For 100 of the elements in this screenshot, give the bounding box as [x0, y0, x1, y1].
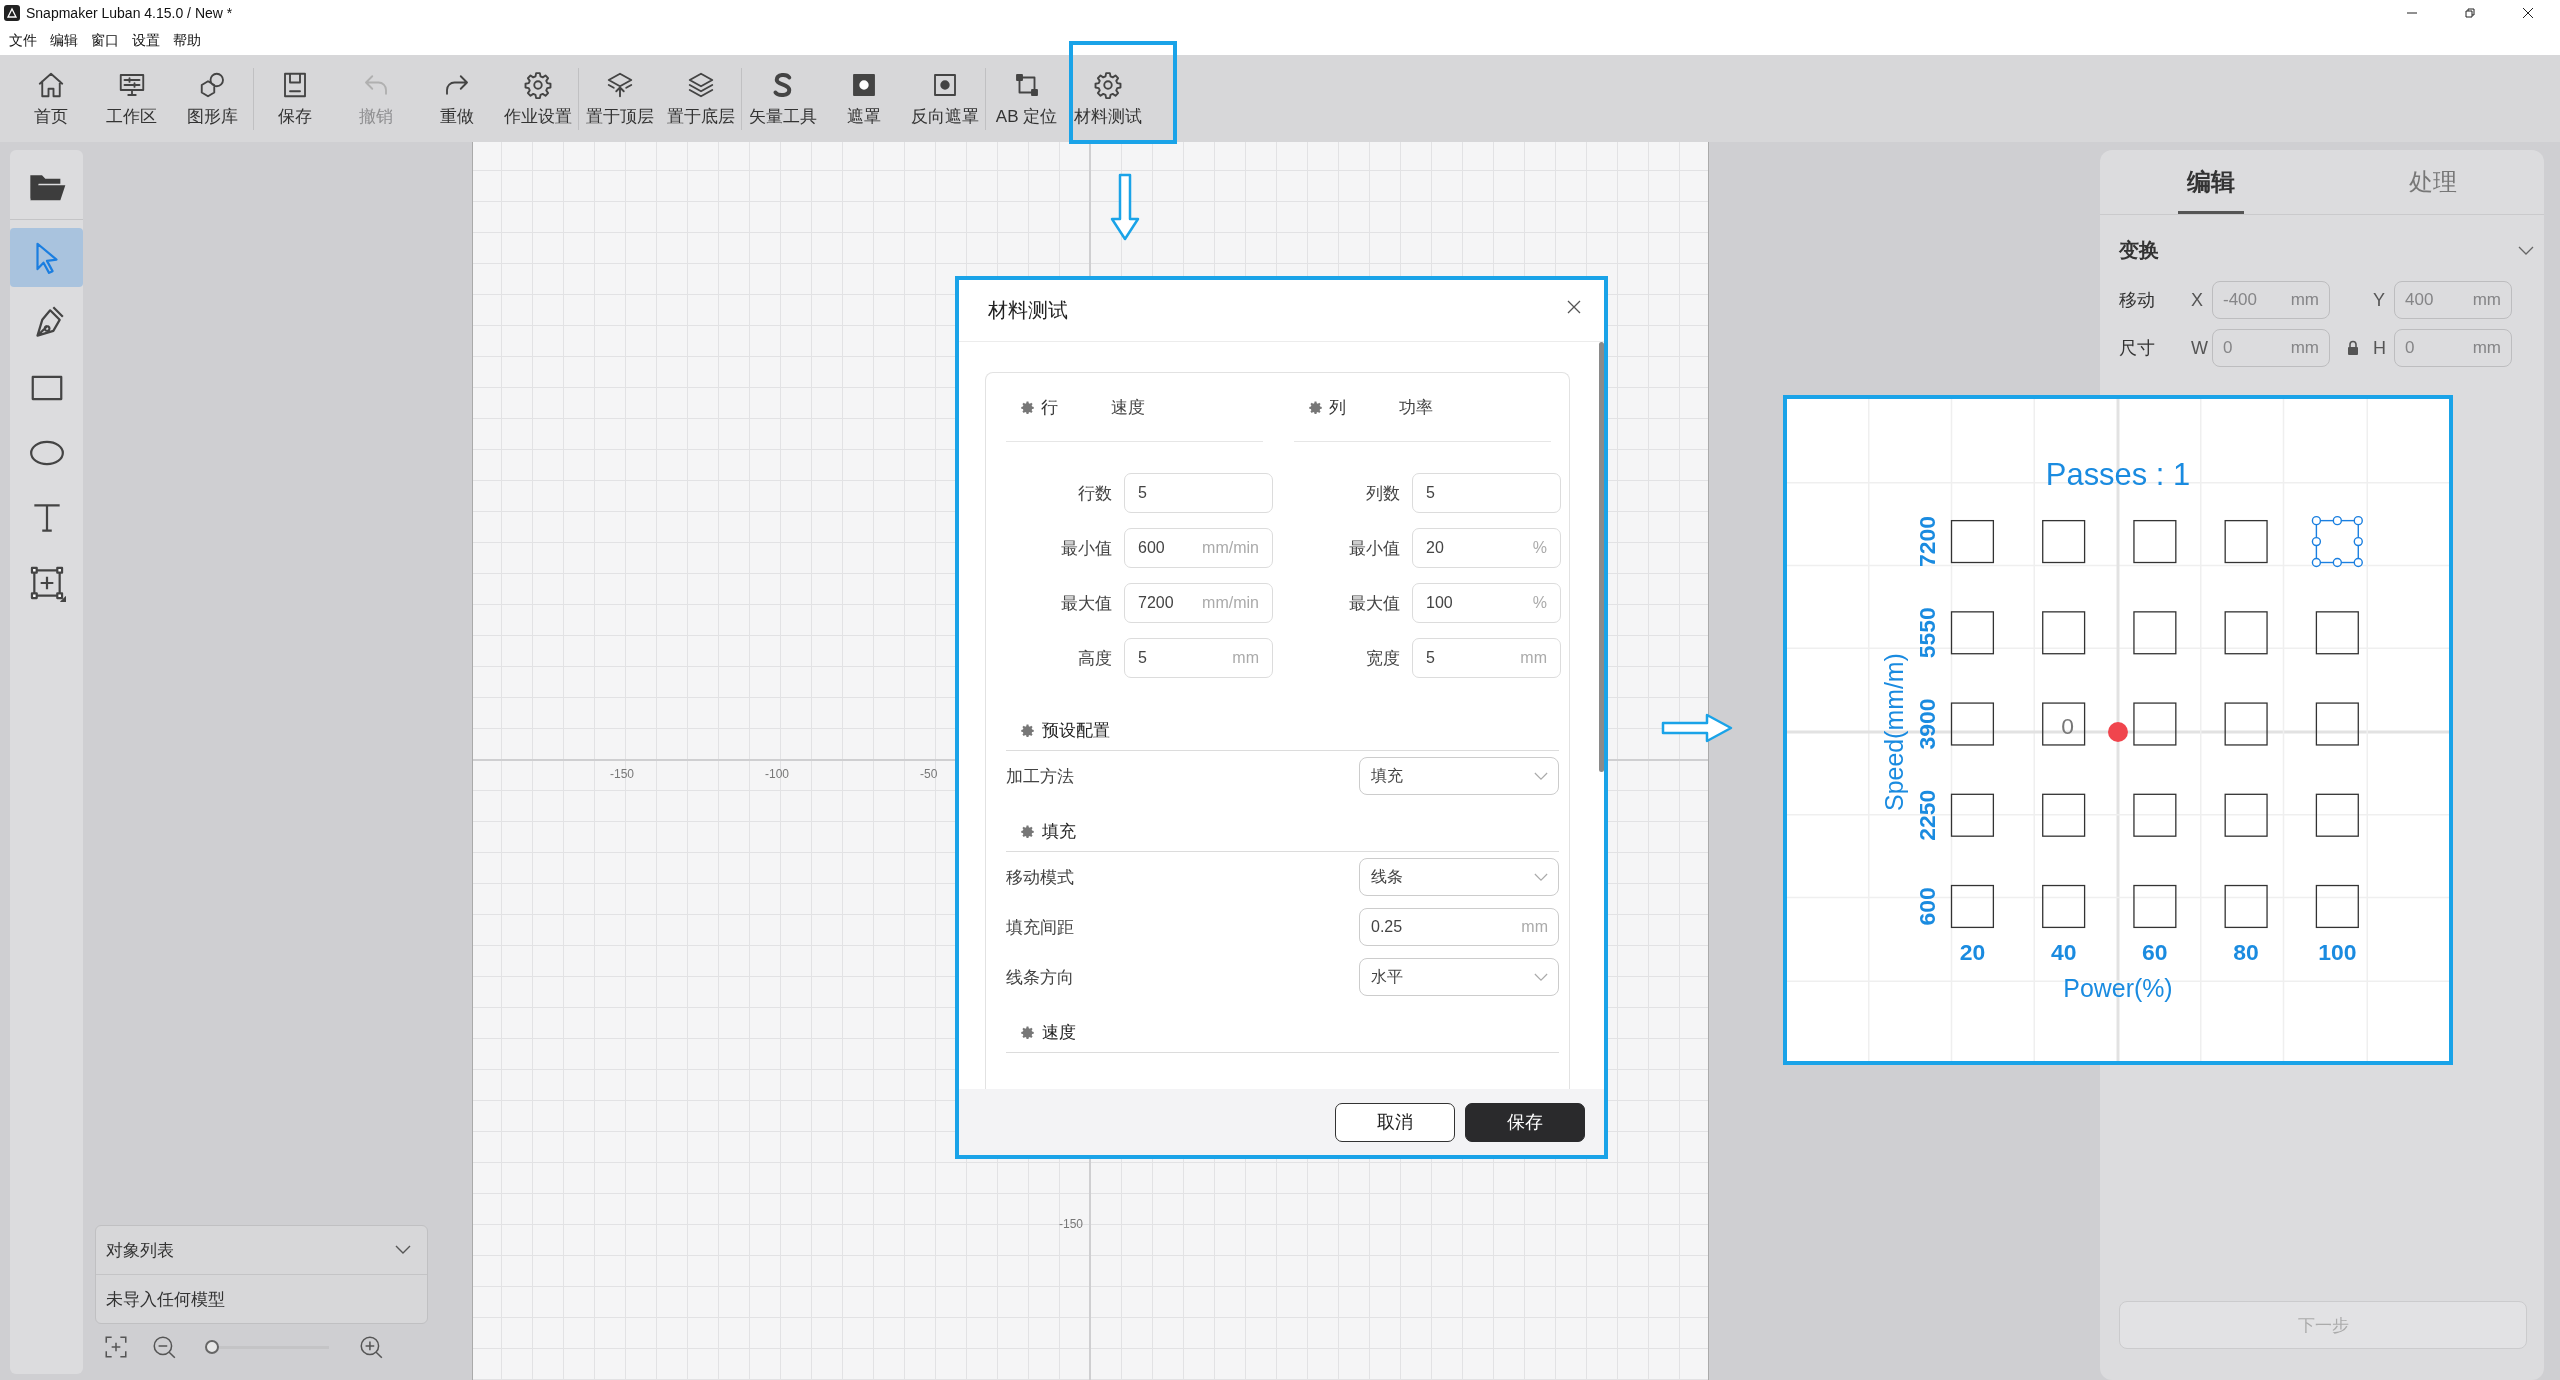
test-square[interactable] — [2133, 611, 2177, 655]
gear-icon — [1020, 823, 1035, 839]
field-label: 列数 — [1365, 482, 1400, 505]
toolbar-button[interactable]: 材料测试 — [1067, 63, 1148, 134]
toolbar-button[interactable]: 反向遮罩 — [904, 63, 985, 134]
empty-list-message: 未导入任何模型 — [106, 1288, 225, 1311]
slider-thumb[interactable] — [205, 1340, 220, 1354]
test-square[interactable] — [2315, 611, 2359, 655]
test-square[interactable] — [2042, 611, 2086, 655]
section-title: 填充 — [1042, 820, 1076, 843]
test-square[interactable] — [2133, 884, 2177, 929]
test-square[interactable] — [1950, 611, 1995, 655]
close-icon[interactable] — [2522, 7, 2534, 19]
test-square[interactable] — [2224, 702, 2268, 746]
group-value: 功率 — [1399, 396, 1433, 419]
dropdown[interactable]: 水平 — [1359, 958, 1559, 996]
test-square[interactable] — [2042, 520, 2086, 564]
number-field[interactable]: 5 mm — [1412, 638, 1561, 678]
field-label: 移动模式 — [1006, 866, 1074, 889]
app-logo-icon — [4, 5, 20, 21]
zoom-out-icon[interactable] — [151, 1334, 177, 1360]
toolbar-button[interactable]: 作业设置 — [497, 63, 578, 134]
right-arrow — [1661, 713, 1733, 743]
axis-letter: Y — [2373, 289, 2386, 311]
scrollbar[interactable] — [1599, 342, 1604, 772]
row-label: 7200 — [1913, 516, 1940, 568]
number-field[interactable]: 5 — [1124, 473, 1273, 513]
row-label: 600 — [1913, 887, 1940, 926]
test-square[interactable] — [2224, 884, 2268, 929]
column-label: 60 — [2142, 939, 2168, 966]
test-square[interactable] — [2224, 793, 2268, 837]
toolbar-button[interactable]: 置于底层 — [660, 63, 741, 134]
field-label: 填充间距 — [1006, 916, 1074, 939]
test-square[interactable] — [1950, 793, 1995, 837]
test-square[interactable] — [2224, 520, 2268, 564]
test-square[interactable] — [1950, 520, 1995, 564]
gear-icon — [1020, 1024, 1035, 1040]
toolbar-button[interactable]: 遮罩 — [823, 63, 904, 134]
close-icon[interactable] — [1566, 298, 1582, 315]
menu-item[interactable]: 文件 — [3, 31, 44, 50]
test-square[interactable] — [2042, 793, 2086, 837]
test-square[interactable] — [2315, 884, 2359, 929]
restore-icon[interactable] — [2464, 7, 2476, 19]
test-square[interactable] — [1950, 702, 1995, 746]
test-square[interactable] — [2133, 520, 2177, 564]
toolbar-button[interactable]: 工作区 — [91, 63, 172, 134]
selected-square[interactable] — [2311, 515, 2363, 568]
dialog-title: 材料测试 — [988, 298, 1068, 323]
number-field[interactable]: 0.25 mm — [1359, 908, 1559, 946]
toolbar-button[interactable]: 图形库 — [172, 63, 253, 134]
test-square[interactable] — [2315, 793, 2359, 837]
number-field[interactable]: 5 — [1412, 473, 1561, 513]
menu-item[interactable]: 窗口 — [85, 31, 126, 50]
lock-icon[interactable] — [2347, 340, 2359, 356]
test-square[interactable] — [2133, 702, 2177, 746]
save-button[interactable]: 保存 — [1465, 1102, 1585, 1142]
menu-item[interactable]: 设置 — [126, 31, 167, 50]
number-field[interactable]: 7200 mm/min — [1124, 583, 1273, 623]
menu-item[interactable]: 帮助 — [167, 31, 208, 50]
test-square[interactable] — [2042, 884, 2086, 929]
number-field[interactable]: 600 mm/min — [1124, 528, 1273, 568]
chevron-icon[interactable] — [2518, 245, 2534, 256]
axis-letter: W — [2191, 337, 2209, 359]
toolbar-button[interactable]: 保存 — [254, 63, 335, 134]
cancel-button[interactable]: 取消 — [1335, 1102, 1455, 1142]
test-square[interactable] — [2133, 793, 2177, 837]
zoom-in-icon[interactable] — [358, 1334, 384, 1360]
group-value: 速度 — [1111, 396, 1145, 419]
dropdown[interactable]: 填充 — [1359, 757, 1559, 795]
test-square[interactable] — [2042, 702, 2086, 746]
toolbar-button[interactable]: AB 定位 — [986, 63, 1067, 134]
row-label: 3900 — [1913, 698, 1940, 750]
dropdown[interactable]: 线条 — [1359, 858, 1559, 896]
toolbar-button[interactable]: 首页 — [10, 63, 91, 134]
group-label: 行 — [1041, 396, 1059, 419]
field-label: 尺寸 — [2119, 337, 2156, 360]
x-axis-title: Power(%) — [2063, 974, 2173, 1003]
gear-icon — [522, 69, 553, 100]
test-square[interactable] — [2315, 702, 2359, 746]
test-square[interactable] — [2224, 611, 2268, 655]
down-arrow — [1110, 173, 1140, 241]
group-label: 列 — [1329, 396, 1347, 419]
axis-label: -150 — [1059, 1217, 1084, 1231]
number-field[interactable]: 5 mm — [1124, 638, 1273, 678]
toolbar-button[interactable]: 重做 — [416, 63, 497, 134]
field-label: 最大值 — [1348, 592, 1400, 615]
menu-item[interactable]: 编辑 — [44, 31, 85, 50]
number-field[interactable]: 100 % — [1412, 583, 1561, 623]
fit-view-icon[interactable] — [103, 1334, 129, 1360]
number-field[interactable]: 20 % — [1412, 528, 1561, 568]
test-square[interactable] — [1950, 884, 1995, 929]
field-label: 加工方法 — [1006, 765, 1074, 788]
chevron-down-icon[interactable] — [395, 1245, 411, 1255]
field-label: 移动 — [2119, 289, 2156, 312]
row-label: 2250 — [1913, 789, 1940, 841]
toolbar-button[interactable]: 置于顶层 — [579, 63, 660, 134]
column-label: 40 — [2050, 939, 2077, 966]
gear-icon — [1308, 399, 1323, 415]
toolbar-button[interactable]: 矢量工具 — [742, 63, 823, 134]
axis-label: -50 — [920, 767, 938, 781]
